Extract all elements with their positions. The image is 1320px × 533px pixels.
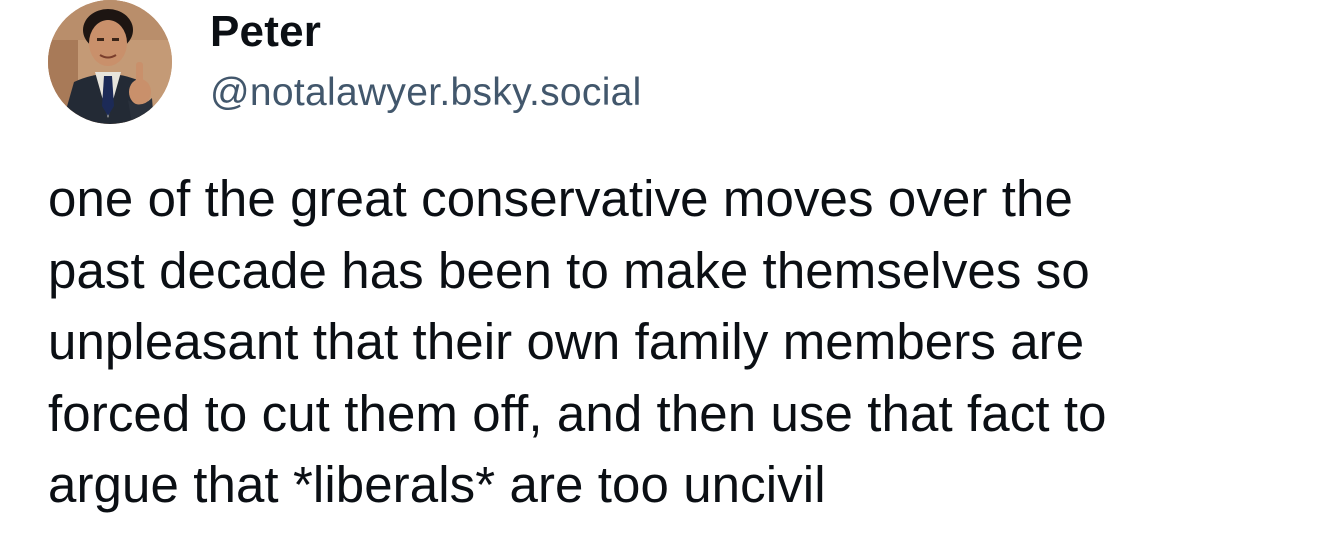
author-avatar[interactable]: [48, 0, 172, 124]
author-handle[interactable]: @notalawyer.bsky.social: [210, 70, 642, 116]
post-text-line: argue that *liberals* are too uncivil: [48, 456, 826, 513]
avatar-photo-icon: [48, 0, 172, 124]
post-card: Peter @notalawyer.bsky.social one of the…: [0, 0, 1320, 533]
post-text: one of the great conservative moves over…: [48, 163, 1308, 521]
post-text-line: one of the great conservative moves over…: [48, 170, 1073, 227]
post-text-line: unpleasant that their own family members…: [48, 313, 1085, 370]
post-text-line: past decade has been to make themselves …: [48, 241, 1090, 299]
author-display-name[interactable]: Peter: [210, 6, 321, 58]
post-text-line: forced to cut them off, and then use tha…: [48, 384, 1107, 442]
